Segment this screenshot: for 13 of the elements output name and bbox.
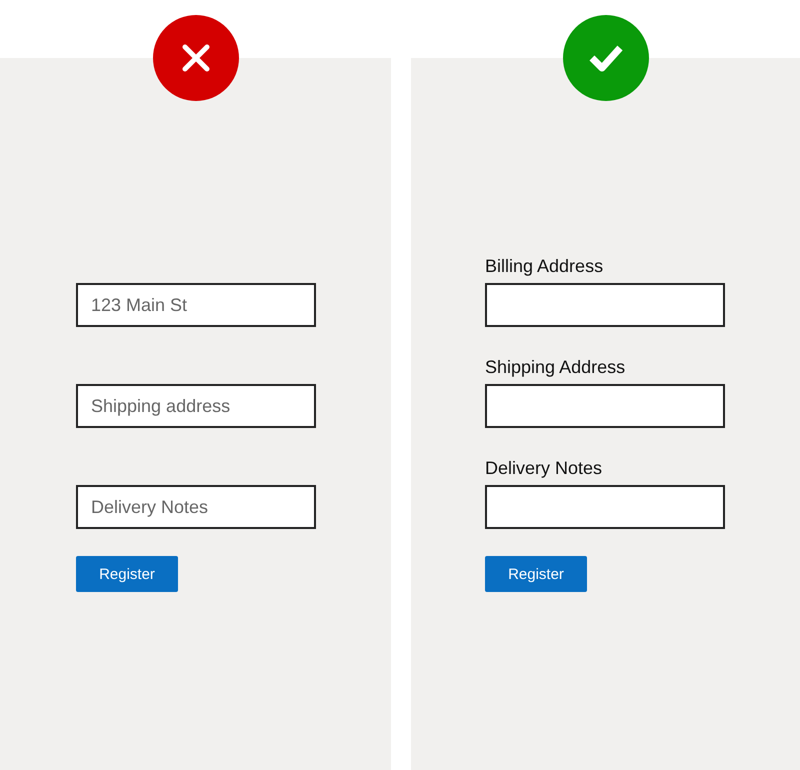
input-field[interactable]: 123 Main St xyxy=(76,283,316,327)
register-button[interactable]: Register xyxy=(485,556,587,592)
checkmark-icon xyxy=(588,44,622,72)
field-label: Delivery Notes xyxy=(485,458,604,479)
input-field[interactable] xyxy=(485,485,725,529)
register-button[interactable]: Register xyxy=(76,556,178,592)
input-field[interactable] xyxy=(485,283,725,327)
input-field[interactable]: Shipping address xyxy=(76,384,316,428)
field-label: Shipping Address xyxy=(485,357,626,378)
input-field[interactable] xyxy=(485,384,725,428)
field-label: Billing Address xyxy=(485,256,604,277)
close-icon xyxy=(182,44,210,72)
input-field[interactable]: Delivery Notes xyxy=(76,485,316,529)
